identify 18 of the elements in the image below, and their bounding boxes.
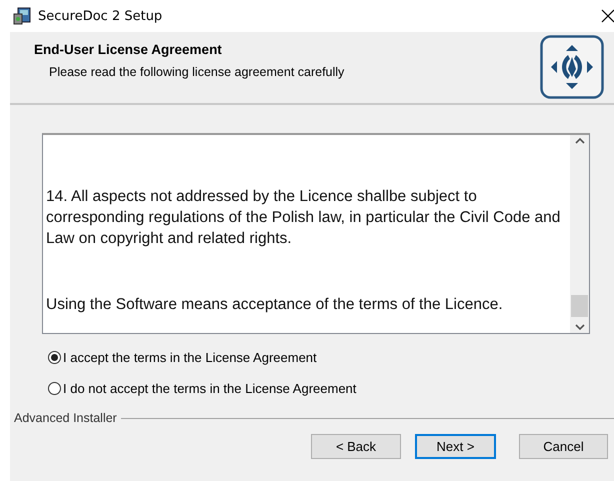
license-paragraph: 14. All aspects not addressed by the Licence shallbe subject to corresponding regulations of the Polish law, in particular the Civil Code and Law on copyright and related rights. [46, 187, 562, 249]
license-paragraph: Using the Software means acceptance of the terms of the Licence. [46, 295, 504, 315]
cancel-button[interactable]: Cancel [519, 434, 608, 459]
installer-brand: Advanced Installer [14, 411, 117, 425]
radio-button[interactable] [48, 382, 61, 395]
close-icon[interactable] [601, 9, 614, 23]
window-title: SecureDoc 2 Setup [38, 8, 162, 24]
logo-icon [540, 35, 604, 99]
page-title: End-User License Agreement [34, 42, 223, 57]
radio-label[interactable]: I accept the terms in the License Agreement [63, 350, 317, 365]
scroll-thumb[interactable] [571, 295, 588, 317]
installer-icon [12, 6, 32, 26]
radio-label[interactable]: I do not accept the terms in the License Agreement [63, 381, 356, 396]
radio-button[interactable] [48, 351, 61, 364]
next-button[interactable]: Next > [415, 434, 496, 459]
page-subtitle: Please read the following license agreement carefully [48, 65, 344, 79]
scrollbar[interactable] [570, 135, 589, 333]
back-button[interactable]: < Back [311, 434, 401, 459]
